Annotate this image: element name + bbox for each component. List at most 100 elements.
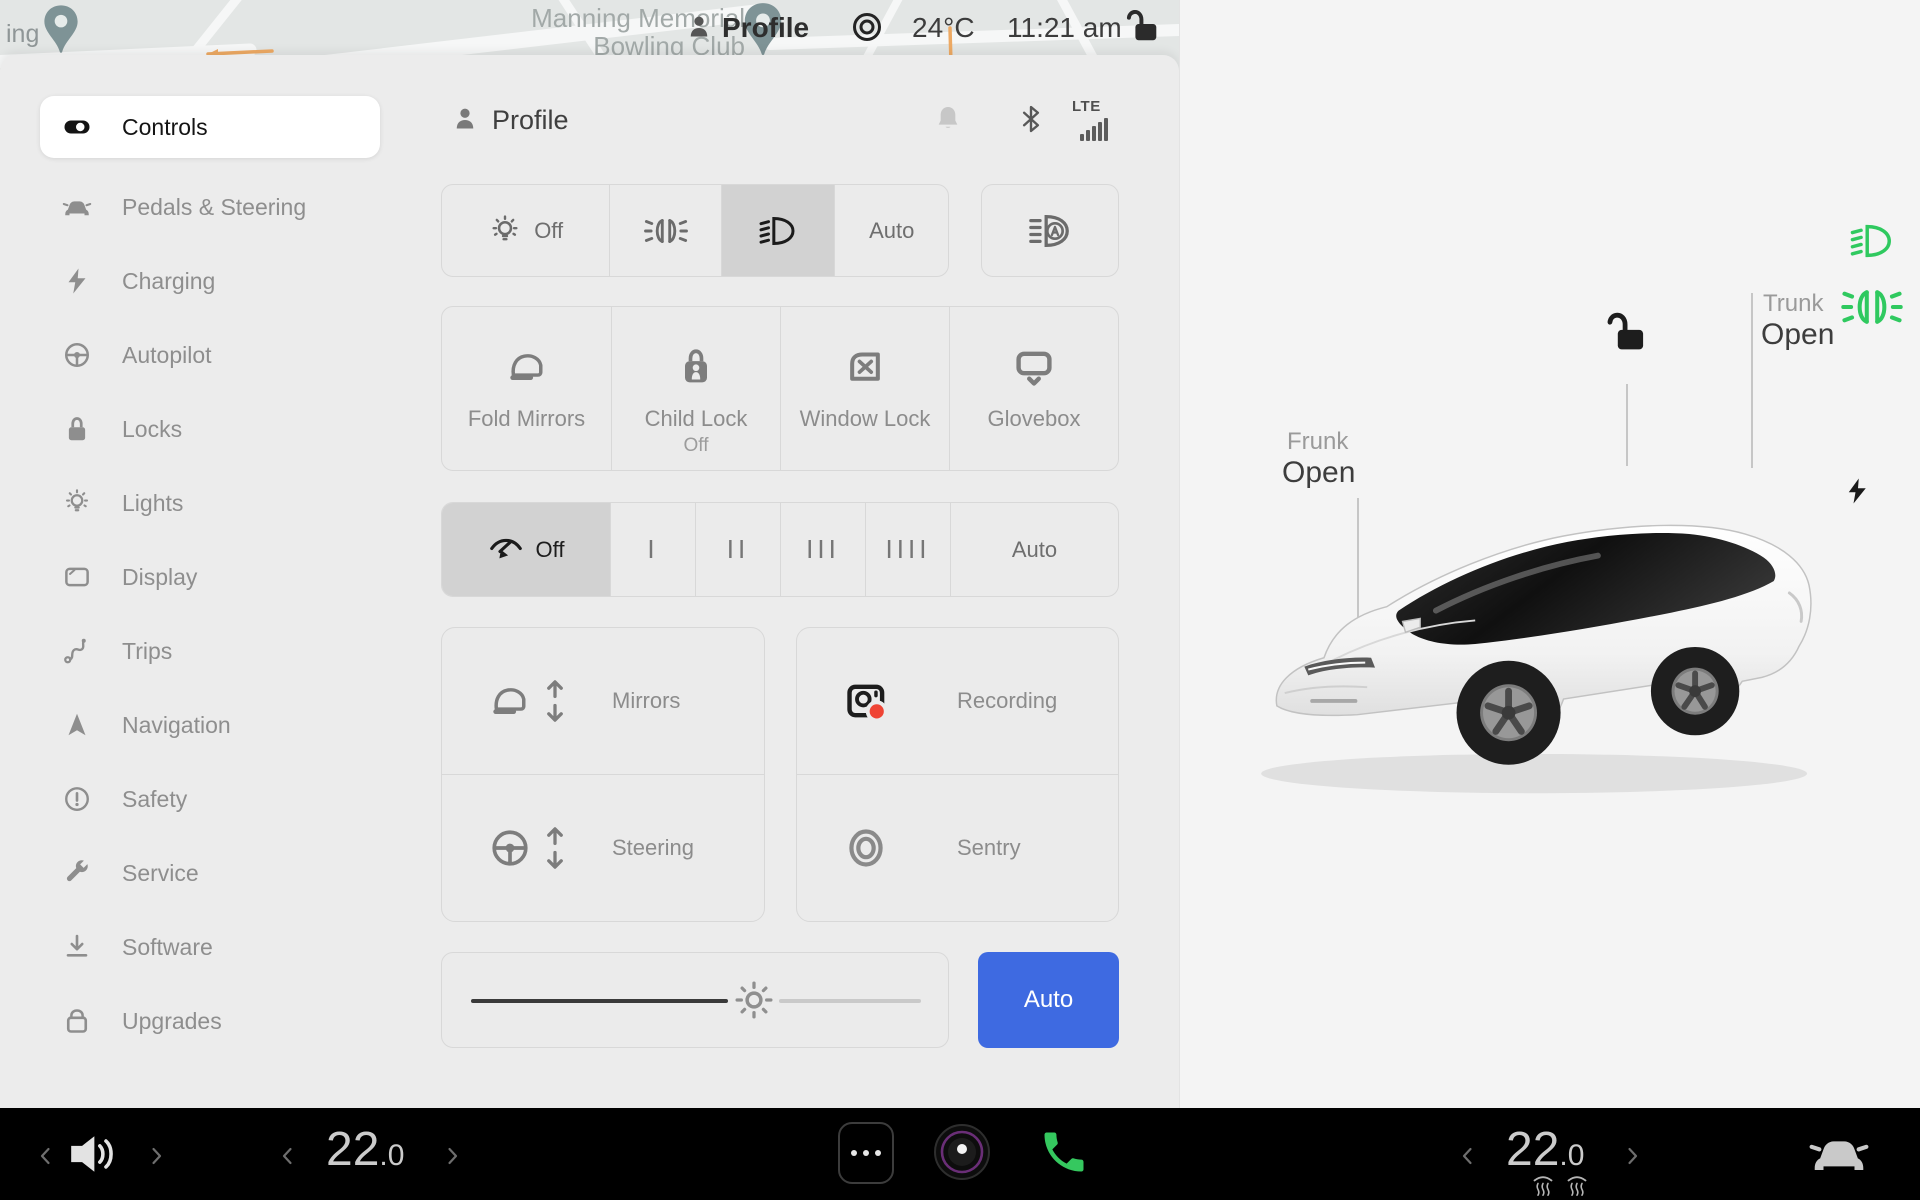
child-lock-state: Off: [684, 435, 709, 457]
panel-title: Profile: [492, 105, 569, 136]
bluetooth-icon[interactable]: [1016, 102, 1046, 136]
sidebar-item-trips[interactable]: Trips: [40, 614, 380, 688]
wiper-speed-1-button[interactable]: I: [610, 503, 695, 596]
alert-circle-icon: [62, 784, 92, 814]
sidebar-item-pedals-steering[interactable]: Pedals & Steering: [40, 170, 380, 244]
car-icon: [62, 192, 92, 222]
wiper-icon: [488, 532, 524, 568]
parking-lights-button[interactable]: [609, 185, 721, 276]
headlight-mode-group: Off Auto: [441, 184, 949, 277]
sidebar-item-service[interactable]: Service: [40, 836, 380, 910]
sidebar-item-charging[interactable]: Charging: [40, 244, 380, 318]
steering-wheel-icon: [62, 340, 92, 370]
display-auto-button[interactable]: Auto: [978, 952, 1119, 1048]
lights-auto-button[interactable]: Auto: [834, 185, 948, 276]
sentry-status-icon: [850, 10, 884, 44]
phone-icon[interactable]: [1038, 1126, 1090, 1178]
trunk-open-button[interactable]: Open: [1761, 318, 1834, 352]
map-street-label: ing: [6, 20, 39, 49]
status-profile-button[interactable]: Profile: [722, 12, 809, 44]
sidebar-item-locks[interactable]: Locks: [40, 392, 380, 466]
low-beam-button[interactable]: [721, 185, 835, 276]
route-icon: [62, 636, 92, 666]
app-launcher-button[interactable]: [838, 1122, 894, 1184]
parking-lights-icon: [644, 217, 688, 245]
cabin-camera-icon[interactable]: [932, 1122, 992, 1182]
steering-adjust-button[interactable]: Steering: [442, 774, 764, 921]
lock-icon: [62, 414, 92, 444]
brightness-slider[interactable]: [441, 952, 949, 1048]
rear-defrost-icon[interactable]: [1564, 1174, 1590, 1198]
wiper-speed-4-button[interactable]: IIII: [865, 503, 950, 596]
side-mirror-icon: [505, 343, 549, 391]
car-unlocked-icon[interactable]: [1604, 308, 1650, 354]
display-icon: [62, 562, 92, 592]
front-defrost-icon[interactable]: [1530, 1174, 1556, 1198]
trunk-label: Trunk: [1763, 290, 1823, 318]
wipers-auto-button[interactable]: Auto: [950, 503, 1118, 596]
recording-button[interactable]: Recording: [797, 628, 1118, 774]
charge-port-icon[interactable]: [1842, 472, 1872, 510]
upgrades-bag-icon: [62, 1006, 92, 1036]
recording-sentry-card: Recording Sentry: [796, 627, 1119, 922]
sidebar-item-safety[interactable]: Safety: [40, 762, 380, 836]
wiper-speed-2-button[interactable]: II: [695, 503, 780, 596]
driver-temp-display[interactable]: 22 .0: [326, 1122, 404, 1177]
glovebox-button[interactable]: Glovebox: [949, 307, 1118, 470]
driver-profile-icon: [684, 12, 714, 42]
passenger-temp-up-icon[interactable]: [1620, 1144, 1644, 1168]
wiper-speed-group: Off I II III IIII Auto: [441, 502, 1119, 597]
quick-controls-group: Fold Mirrors Child Lock Off Window Lock: [441, 306, 1119, 471]
volume-up-chevron-icon[interactable]: [144, 1144, 168, 1168]
wrench-icon: [62, 858, 92, 888]
driver-temp-down-icon[interactable]: [276, 1144, 300, 1168]
steering-wheel-icon: [488, 826, 532, 870]
sidebar-item-autopilot[interactable]: Autopilot: [40, 318, 380, 392]
driver-temp-up-icon[interactable]: [440, 1144, 464, 1168]
wipers-off-button[interactable]: Off: [442, 503, 610, 596]
wiper-speed-3-button[interactable]: III: [780, 503, 865, 596]
mirrors-adjust-button[interactable]: Mirrors: [442, 628, 764, 774]
window-lock-icon: [843, 343, 887, 391]
profile-icon: [450, 104, 480, 134]
sidebar-item-controls[interactable]: Controls: [40, 96, 380, 158]
glovebox-icon: [1012, 343, 1056, 391]
child-lock-icon: [674, 343, 718, 391]
sidebar-item-lights[interactable]: Lights: [40, 466, 380, 540]
unlocked-icon[interactable]: [1124, 6, 1162, 44]
bulb-icon: [62, 488, 92, 518]
window-lock-button[interactable]: Window Lock: [780, 307, 949, 470]
sidebar-item-upgrades[interactable]: Upgrades: [40, 984, 380, 1058]
dashcam-icon: [843, 678, 889, 724]
sidebar-item-display[interactable]: Display: [40, 540, 380, 614]
navigation-arrow-icon: [62, 710, 92, 740]
sidebar-item-software[interactable]: Software: [40, 910, 380, 984]
sentry-button[interactable]: Sentry: [797, 774, 1118, 921]
download-icon: [62, 932, 92, 962]
passenger-temp-down-icon[interactable]: [1456, 1144, 1480, 1168]
volume-down-chevron-icon[interactable]: [34, 1144, 58, 1168]
clock: 11:21 am: [1007, 12, 1122, 44]
parking-lights-active-icon: [1841, 288, 1903, 326]
child-lock-button[interactable]: Child Lock Off: [611, 307, 780, 470]
brightness-track-empty[interactable]: [779, 999, 921, 1003]
low-beam-icon: [758, 211, 798, 251]
low-beam-active-icon: [1844, 218, 1900, 264]
lte-signal-icon[interactable]: LTE: [1072, 98, 1118, 141]
sentry-icon: [843, 825, 889, 871]
passenger-temp-display[interactable]: 22 .0: [1506, 1122, 1584, 1177]
lights-off-button[interactable]: Off: [442, 185, 609, 276]
sidebar-item-navigation[interactable]: Navigation: [40, 688, 380, 762]
speaker-icon[interactable]: [62, 1124, 124, 1184]
mirror-steering-card: Mirrors Steering: [441, 627, 765, 922]
notification-bell-icon[interactable]: [932, 102, 964, 136]
launcher-bar: 22 .0 22 .0: [0, 1108, 1920, 1200]
fold-mirrors-button[interactable]: Fold Mirrors: [442, 307, 611, 470]
bulb-icon: [488, 214, 522, 248]
map-pin-icon: [40, 2, 82, 56]
brightness-track-filled[interactable]: [471, 999, 728, 1003]
auto-high-beam-icon: [1027, 208, 1073, 254]
vehicle-controls-icon[interactable]: [1808, 1122, 1870, 1184]
brightness-sun-icon[interactable]: [731, 977, 777, 1023]
auto-high-beam-button[interactable]: [981, 184, 1119, 277]
